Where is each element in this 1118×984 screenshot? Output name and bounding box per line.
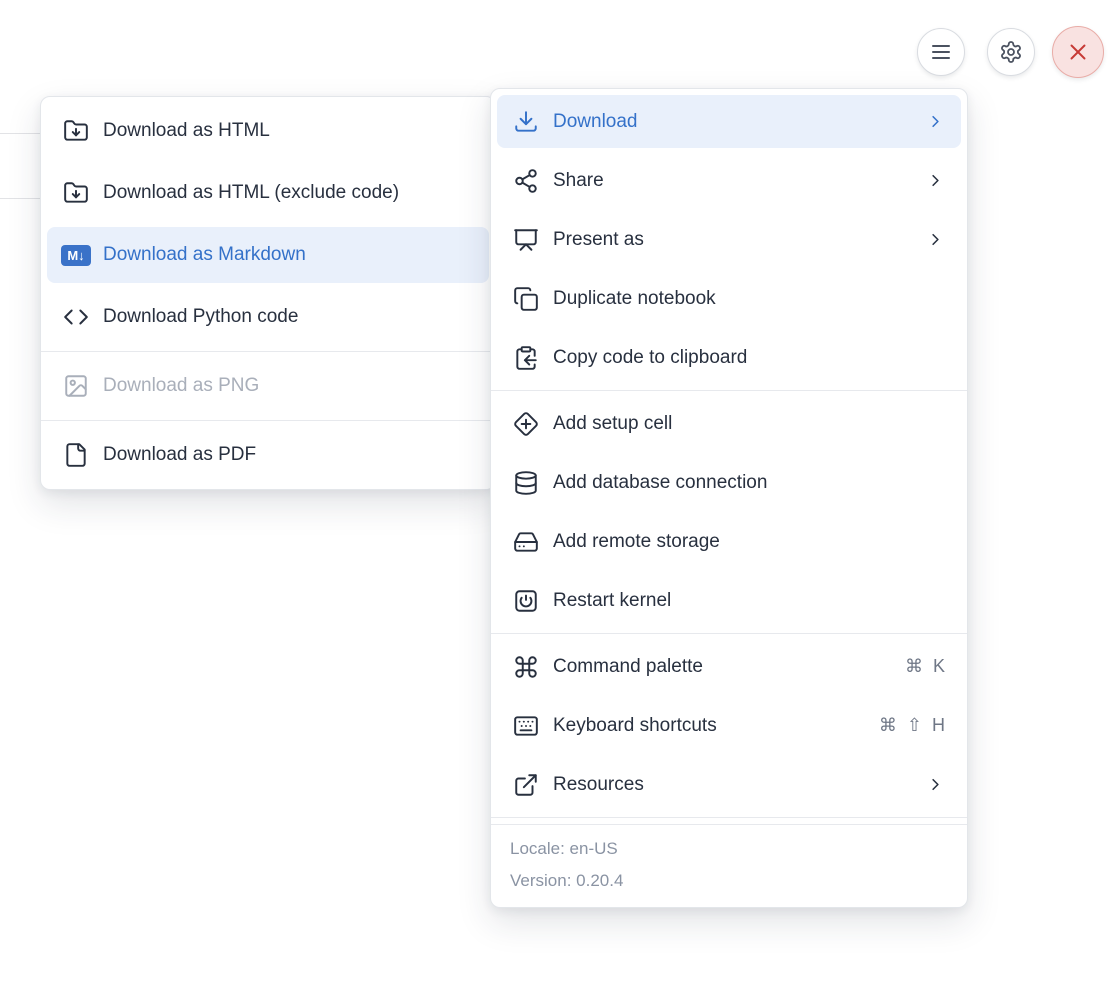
menu-separator [491,817,967,818]
file-icon [63,442,89,468]
menu-item-download-as-markdown[interactable]: M↓ Download as Markdown [47,227,489,283]
download-submenu: Download as HTML Download as HTML (exclu… [40,96,496,490]
shutdown-button[interactable] [1052,26,1104,78]
shortcut-key: ⌘ [905,656,923,677]
menu-item-download-python-code[interactable]: Download Python code [47,289,489,345]
clipboard-copy-icon [513,345,539,371]
menu-footer: Locale: en-US Version: 0.20.4 [491,824,967,907]
chevron-right-icon [926,775,945,794]
menu-separator [41,351,495,352]
menu-item-duplicate-notebook[interactable]: Duplicate notebook [497,272,961,325]
database-icon [513,470,539,496]
copy-icon [513,286,539,312]
shortcut-key: H [932,715,945,736]
image-icon [63,373,89,399]
presentation-icon [513,227,539,253]
background-rule-line [0,133,40,134]
menu-item-download-as-html[interactable]: Download as HTML [47,103,489,159]
folder-down-icon [63,118,89,144]
shortcut-key: ⇧ [907,715,922,736]
menu-item-download-as-pdf[interactable]: Download as PDF [47,427,489,483]
menu-item-download-as-html-exclude-code[interactable]: Download as HTML (exclude code) [47,165,489,221]
chevron-right-icon [926,171,945,190]
code-icon [63,304,89,330]
folder-down-icon [63,180,89,206]
menu-item-share[interactable]: Share [497,154,961,207]
markdown-icon: M↓ [63,242,89,268]
menu-item-download-as-png[interactable]: Download as PNG [47,358,489,414]
diamond-plus-icon [513,411,539,437]
gear-icon [999,40,1023,64]
hamburger-icon [929,40,953,64]
shortcut-key: ⌘ [879,715,897,736]
notebook-menu-button[interactable] [917,28,965,76]
menu-item-present-as[interactable]: Present as [497,213,961,266]
keyboard-icon [513,713,539,739]
menu-item-resources[interactable]: Resources [497,758,961,811]
menu-item-download[interactable]: Download [497,95,961,148]
menu-item-add-remote-storage[interactable]: Add remote storage [497,515,961,568]
power-icon [513,588,539,614]
locale-text: Locale: en-US [510,839,948,859]
menu-separator [491,390,967,391]
menu-separator [41,420,495,421]
external-link-icon [513,772,539,798]
menu-item-command-palette[interactable]: Command palette ⌘K [497,640,961,693]
download-icon [513,109,539,135]
settings-button[interactable] [987,28,1035,76]
markdown-badge: M↓ [61,245,91,266]
notebook-menu: Download Share Present as Duplicate note… [490,88,968,908]
menu-item-copy-code-to-clipboard[interactable]: Copy code to clipboard [497,331,961,384]
shortcut-key: K [933,656,945,677]
chevron-right-icon [926,230,945,249]
menu-item-add-setup-cell[interactable]: Add setup cell [497,397,961,450]
menu-item-restart-kernel[interactable]: Restart kernel [497,574,961,627]
version-text: Version: 0.20.4 [510,871,948,891]
chevron-right-icon [926,112,945,131]
command-icon [513,654,539,680]
menu-item-add-database-connection[interactable]: Add database connection [497,456,961,509]
hard-drive-icon [513,529,539,555]
share-icon [513,168,539,194]
menu-separator [491,633,967,634]
app-canvas: Download as HTML Download as HTML (exclu… [0,0,1118,984]
menu-item-keyboard-shortcuts[interactable]: Keyboard shortcuts ⌘⇧H [497,699,961,752]
background-rule-line [0,198,40,199]
close-icon [1065,39,1091,65]
